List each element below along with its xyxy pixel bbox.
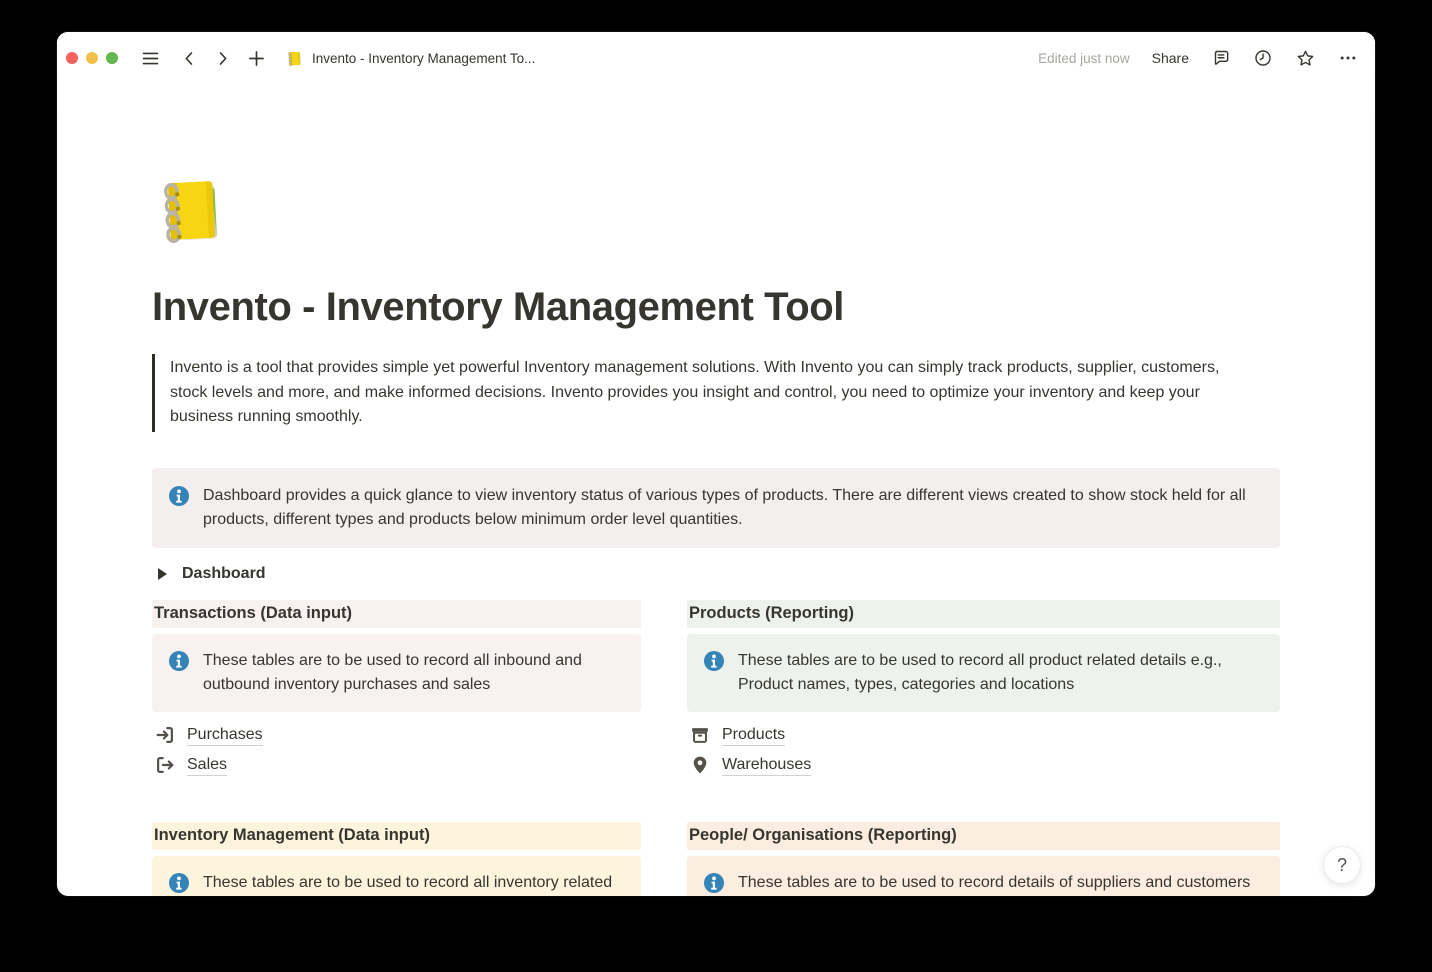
toggle-triangle-icon[interactable] — [158, 568, 167, 580]
titlebar: Invento - Inventory Management To... Edi… — [57, 32, 1375, 84]
section-callout-text: These tables are to be used to record al… — [203, 871, 625, 897]
comments-icon[interactable] — [1211, 48, 1231, 68]
dashboard-callout-text: Dashboard provides a quick glance to vie… — [203, 484, 1251, 532]
page-link-purchases[interactable]: Purchases — [152, 723, 641, 747]
quote-block: Invento is a tool that provides simple y… — [152, 354, 1247, 432]
link-label[interactable]: Products — [722, 724, 785, 746]
more-options-icon[interactable] — [1338, 48, 1358, 68]
traffic-lights — [66, 52, 118, 64]
info-icon — [703, 650, 725, 672]
page-link-warehouses[interactable]: Warehouses — [687, 753, 1280, 777]
titlebar-actions: Edited just now Share — [1038, 48, 1358, 69]
archive-box-icon — [689, 724, 711, 746]
edited-status: Edited just now — [1038, 51, 1130, 66]
section-callout-text: These tables are to be used to record al… — [203, 649, 625, 697]
share-button[interactable]: Share — [1152, 50, 1189, 66]
columns-row-1: Transactions (Data input) These tables a… — [152, 600, 1280, 783]
zoom-window-button[interactable] — [106, 52, 118, 64]
section-transactions: Transactions (Data input) These tables a… — [152, 600, 641, 783]
section-callout: These tables are to be used to record al… — [687, 634, 1280, 712]
dashboard-callout: Dashboard provides a quick glance to vie… — [152, 468, 1280, 548]
app-window: Invento - Inventory Management To... Edi… — [57, 32, 1375, 896]
new-tab-plus-icon[interactable] — [246, 48, 267, 69]
section-people-organisations: People/ Organisations (Reporting) These … — [687, 822, 1280, 897]
info-icon — [168, 485, 190, 507]
section-callout: These tables are to be used to record al… — [152, 856, 641, 897]
dashboard-toggle[interactable]: Dashboard — [152, 560, 1280, 588]
back-icon[interactable] — [180, 49, 199, 68]
titlebar-nav — [140, 48, 267, 69]
section-products: Products (Reporting) These tables are to… — [687, 600, 1280, 783]
link-label[interactable]: Warehouses — [722, 754, 811, 776]
section-links: Products Warehouses — [687, 723, 1280, 777]
forward-icon[interactable] — [213, 49, 232, 68]
help-button[interactable]: ? — [1323, 846, 1361, 884]
section-callout-text: These tables are to be used to record al… — [738, 649, 1264, 697]
info-icon — [703, 872, 725, 894]
close-window-button[interactable] — [66, 52, 78, 64]
section-heading: People/ Organisations (Reporting) — [687, 822, 1280, 850]
sidebar-menu-icon[interactable] — [140, 48, 161, 69]
page-link-products[interactable]: Products — [687, 723, 1280, 747]
enter-arrow-icon — [154, 724, 176, 746]
section-inventory-management: Inventory Management (Data input) These … — [152, 822, 641, 897]
link-label[interactable]: Purchases — [187, 724, 263, 746]
exit-arrow-icon — [154, 754, 176, 776]
columns-row-2: Inventory Management (Data input) These … — [152, 822, 1280, 897]
info-icon — [168, 650, 190, 672]
page-title: Invento - Inventory Management Tool — [152, 283, 1280, 331]
history-clock-icon[interactable] — [1253, 48, 1273, 68]
link-label[interactable]: Sales — [187, 754, 227, 776]
page-link-sales[interactable]: Sales — [152, 753, 641, 777]
location-pin-icon — [689, 754, 711, 776]
favorite-star-icon[interactable] — [1295, 48, 1316, 69]
section-heading: Transactions (Data input) — [152, 600, 641, 628]
section-heading: Products (Reporting) — [687, 600, 1280, 628]
section-callout: These tables are to be used to record al… — [152, 634, 641, 712]
toggle-label: Dashboard — [182, 565, 266, 583]
page-notebook-icon — [286, 50, 303, 67]
section-links: Purchases Sales — [152, 723, 641, 777]
section-heading: Inventory Management (Data input) — [152, 822, 641, 850]
section-callout-text: These tables are to be used to record de… — [738, 871, 1250, 895]
tab-title: Invento - Inventory Management To... — [312, 51, 535, 66]
minimize-window-button[interactable] — [86, 52, 98, 64]
info-icon — [168, 872, 190, 894]
page-icon-notebook[interactable] — [152, 173, 230, 247]
section-callout: These tables are to be used to record de… — [687, 856, 1280, 897]
page-content: Invento - Inventory Management Tool Inve… — [57, 84, 1375, 896]
breadcrumb[interactable]: Invento - Inventory Management To... — [286, 50, 535, 67]
